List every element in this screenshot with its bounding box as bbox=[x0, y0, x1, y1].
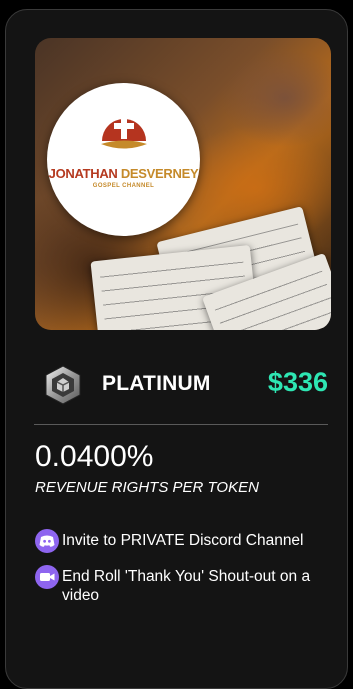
perk-item: End Roll 'Thank You' Shout-out on a vide… bbox=[35, 565, 330, 605]
divider bbox=[34, 424, 328, 425]
perk-item: Invite to PRIVATE Discord Channel bbox=[35, 529, 330, 553]
perk-text: End Roll 'Thank You' Shout-out on a vide… bbox=[62, 568, 311, 604]
revenue-percentage: 0.0400% bbox=[35, 440, 154, 473]
tier-price: $336 bbox=[267, 367, 328, 397]
logo-title: JONATHAN DESVERNEY bbox=[48, 166, 199, 181]
revenue-rights-label: REVENUE RIGHTS PER TOKEN bbox=[35, 479, 259, 496]
platinum-tier-icon bbox=[45, 365, 81, 405]
cover-image: JONATHAN DESVERNEY GOSPEL CHANNEL bbox=[35, 38, 331, 330]
discord-icon bbox=[35, 529, 59, 553]
perk-text: Invite to PRIVATE Discord Channel bbox=[62, 532, 304, 549]
tier-name: PLATINUM bbox=[102, 372, 211, 395]
cross-emblem-icon bbox=[101, 117, 147, 149]
video-camera-icon bbox=[35, 565, 59, 589]
logo-subtitle: GOSPEL CHANNEL bbox=[92, 183, 155, 189]
tier-header: PLATINUM $336 bbox=[40, 362, 330, 406]
channel-logo: JONATHAN DESVERNEY GOSPEL CHANNEL bbox=[47, 83, 200, 236]
